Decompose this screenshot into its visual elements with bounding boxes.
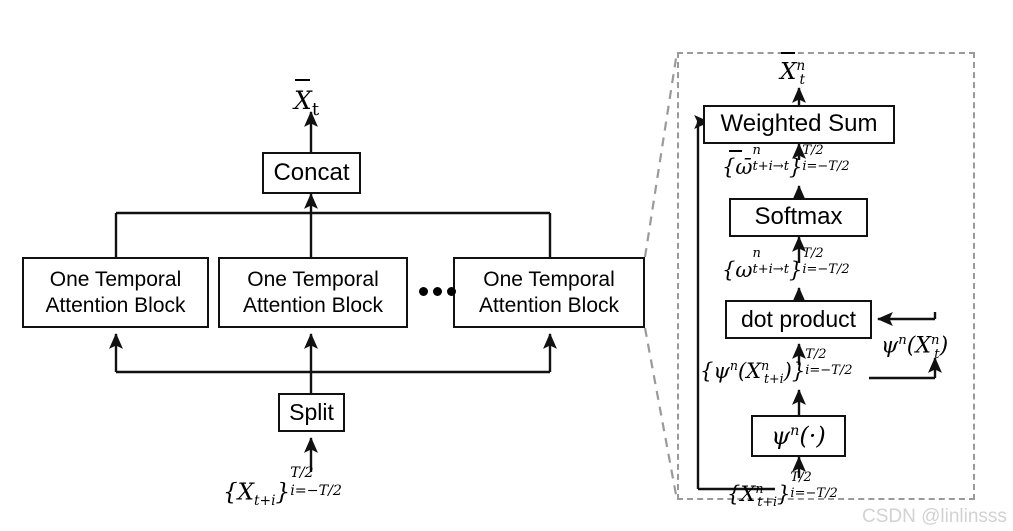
omega-bar-sub: i=−T/2 (802, 158, 850, 174)
left-input-sup: T/2 (290, 465, 314, 482)
omega-sup: T/2 (802, 245, 824, 261)
omega-bar-sub-inner: t+i→t (752, 158, 789, 174)
psi-box-arg: (·) (799, 421, 826, 450)
block-2-line-1: One Temporal (247, 268, 379, 292)
left-input-base: {X (223, 479, 255, 506)
temporal-attention-block-1[interactable]: One Temporal Attention Block (22, 257, 209, 328)
psi-seq-close: )} (783, 359, 806, 384)
left-input-brace: } (275, 479, 291, 506)
left-input-sub: i=−T/2 (290, 482, 342, 499)
psi-box-base: ψ (771, 421, 791, 450)
psi-box-sup: n (790, 422, 800, 439)
dot-product-box[interactable]: dot product (725, 300, 872, 339)
softmax-label: Softmax (754, 203, 843, 231)
psi-seq-sub: i=−T/2 (805, 362, 853, 378)
diagram-canvas: Xt Concat One Temporal Attention Block O… (0, 0, 1013, 531)
block-1-line-1: One Temporal (49, 268, 182, 292)
psi-seq-base: {ψ (700, 359, 730, 384)
split-label: Split (289, 398, 334, 425)
right-input-label: {Xnt+i} T/2 i=−T/2 (727, 471, 838, 510)
psi-xt-close: ) (939, 333, 949, 359)
block-2-line-2: Attention Block (242, 293, 384, 317)
omega-bar-sup-inner: n (752, 142, 761, 158)
psi-xt-sup: n (898, 333, 907, 348)
psi-function-box[interactable]: ψn(·) (751, 415, 846, 457)
concat-label: Concat (273, 158, 350, 186)
psi-xt-x-sup: n (931, 333, 940, 348)
dot-product-label: dot product (740, 305, 857, 332)
psi-seq-sup-inner: n (729, 358, 738, 374)
right-input-brace: } (777, 482, 791, 507)
block-1-line-2: Attention Block (45, 293, 186, 317)
right-input-sup: T/2 (790, 469, 812, 485)
temporal-attention-block-3[interactable]: One Temporal Attention Block (453, 257, 645, 328)
omega-label: {ω n t+i→t} T/2 i=−T/2 (722, 247, 850, 283)
psi-seq-sup: T/2 (805, 346, 827, 362)
right-output-sub: t (799, 72, 806, 89)
block-3-line-2: Attention Block (478, 293, 620, 317)
omega-sub-inner: t+i→t (752, 261, 789, 277)
psi-seq-open: (X (737, 359, 762, 384)
right-output-label: Xnt (780, 51, 806, 89)
omega-bar-base: {ω̄ (722, 155, 753, 180)
left-output-label: Xt (294, 78, 319, 120)
omega-brace: } (788, 258, 803, 283)
right-input-x-sub: t+i (757, 494, 778, 510)
omega-sub: i=−T/2 (802, 261, 850, 277)
right-input-sub: i=−T/2 (790, 485, 838, 501)
split-box[interactable]: Split (278, 393, 345, 432)
omega-bar-brace: } (788, 155, 803, 180)
omega-bar-label: {ω̄ n t+i→t} T/2 i=−T/2 (722, 144, 850, 180)
blocks-ellipsis-icon (419, 287, 456, 296)
psi-xt-open: (X (906, 333, 932, 359)
block-3-line-1: One Temporal (483, 268, 615, 292)
concat-box[interactable]: Concat (262, 152, 361, 194)
psi-xt-base: ψ (881, 333, 899, 359)
left-input-label: {Xt+i} T/2 i=−T/2 (223, 465, 342, 509)
psi-box-content: ψn(·) (771, 421, 826, 450)
weighted-sum-box[interactable]: Weighted Sum (703, 105, 895, 144)
omega-sup-inner: n (752, 245, 761, 261)
temporal-attention-block-2[interactable]: One Temporal Attention Block (218, 257, 408, 328)
weighted-sum-label: Weighted Sum (720, 110, 878, 138)
psi-seq-x-sub: t+i (763, 371, 784, 387)
psi-xt-label: ψn(Xnt) (881, 333, 948, 362)
csdn-watermark: CSDN @linlinsss (862, 506, 1007, 527)
softmax-box[interactable]: Softmax (729, 198, 868, 237)
right-input-base: {X (727, 482, 756, 507)
psi-sequence-label: {ψn(Xnt+i)} T/2 i=−T/2 (700, 348, 853, 387)
omega-base: {ω (722, 258, 753, 283)
omega-bar-sup: T/2 (802, 142, 824, 158)
